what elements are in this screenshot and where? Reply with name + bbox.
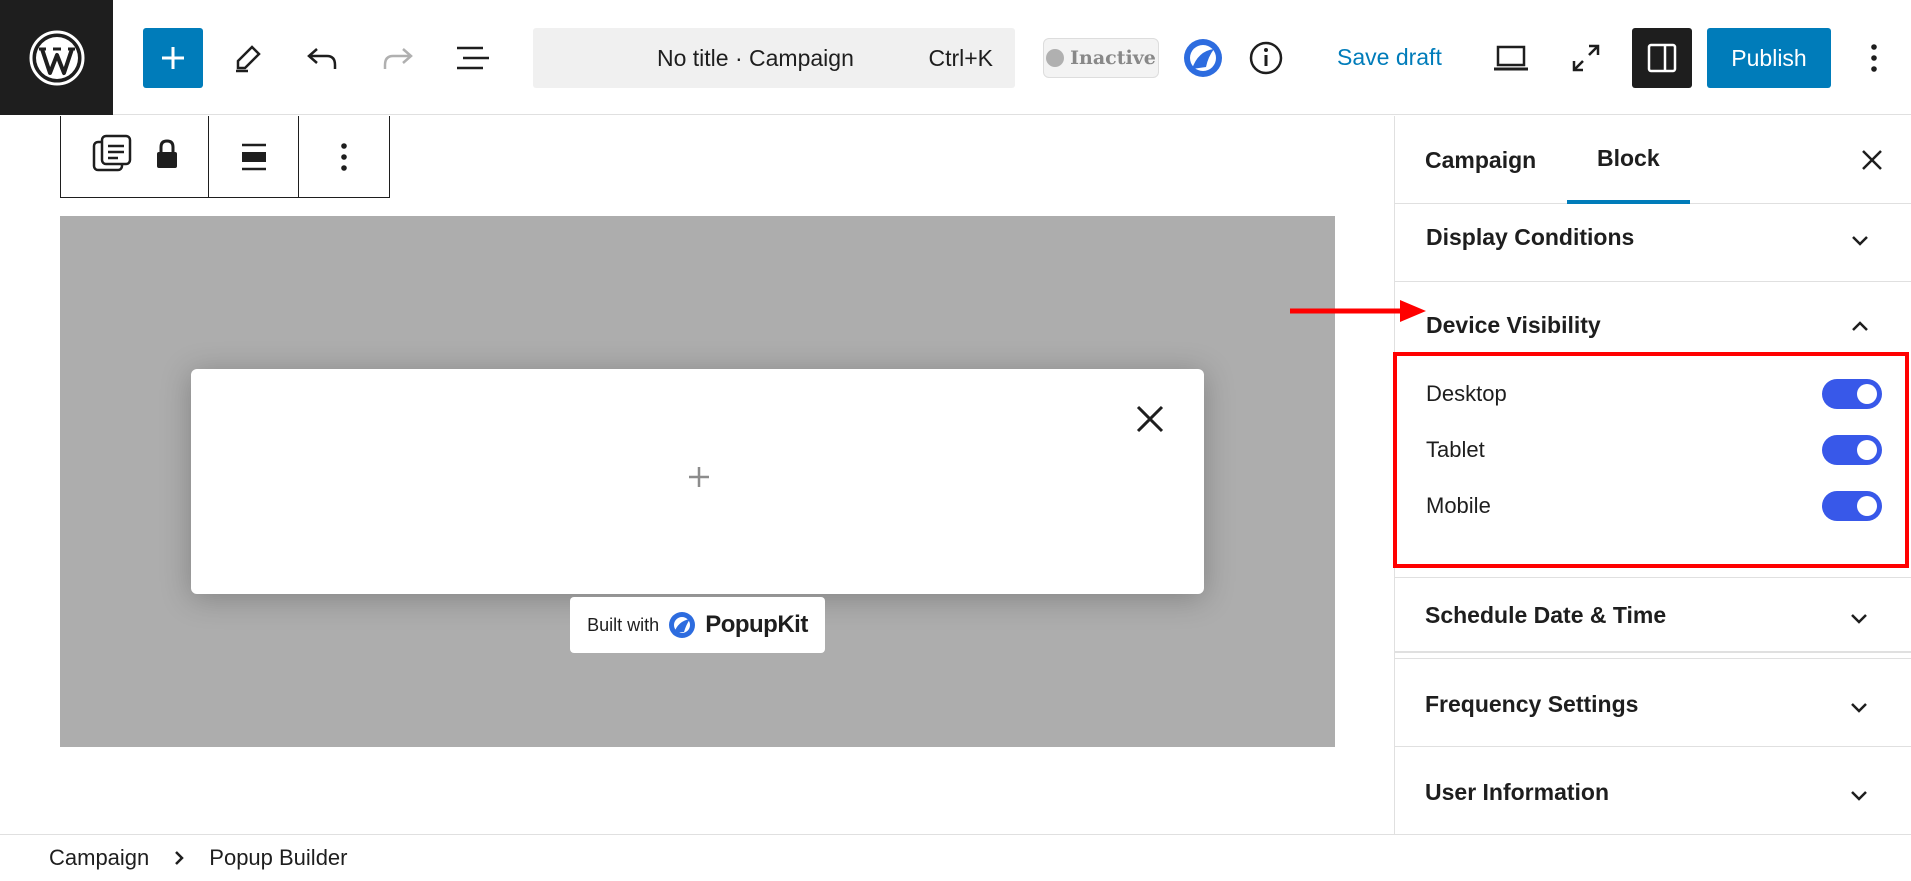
- popupkit-logo-icon: [1184, 39, 1222, 77]
- built-with-label: Built with: [587, 614, 660, 635]
- status-dot-icon: [1046, 49, 1065, 67]
- document-overview-button[interactable]: [443, 28, 503, 88]
- command-palette-title[interactable]: No title · Campaign Ctrl+K: [533, 28, 1015, 88]
- pencil-icon: [236, 45, 261, 73]
- chevron-down-icon: [1851, 791, 1867, 801]
- popupkit-brand-name: PopupKit: [705, 611, 808, 638]
- block-appender-button[interactable]: [681, 459, 717, 495]
- redo-button[interactable]: [368, 28, 428, 88]
- chevron-up-icon[interactable]: [1848, 315, 1872, 339]
- panel-title-schedule: Schedule Date & Time: [1425, 602, 1667, 628]
- close-icon: [1136, 405, 1164, 433]
- more-vertical-icon: [1871, 44, 1877, 72]
- panel-title-device-visibility[interactable]: Device Visibility: [1426, 312, 1601, 339]
- breadcrumb-item-campaign[interactable]: Campaign: [0, 845, 149, 871]
- panel-frequency[interactable]: Frequency Settings: [1394, 659, 1911, 747]
- wordpress-icon: [29, 30, 84, 85]
- block-options-button[interactable]: [299, 116, 389, 197]
- settings-sidebar-toggle[interactable]: [1632, 28, 1692, 88]
- lock-button[interactable]: [154, 138, 180, 175]
- popup-close-button[interactable]: [1132, 401, 1168, 437]
- popup-container[interactable]: [191, 369, 1204, 594]
- more-vertical-icon: [341, 142, 347, 171]
- panel-title-display-conditions: Display Conditions: [1426, 224, 1635, 250]
- laptop-icon: [1494, 45, 1528, 71]
- plus-icon: [162, 47, 184, 69]
- panel-schedule[interactable]: Schedule Date & Time: [1394, 577, 1911, 659]
- undo-icon: [307, 48, 337, 69]
- align-wide-icon: [241, 143, 266, 170]
- status-badge-label: Inactive: [1070, 47, 1156, 69]
- annotation-arrow: [1290, 300, 1426, 322]
- panel-title-frequency: Frequency Settings: [1425, 691, 1639, 717]
- chevron-down-icon: [1852, 236, 1868, 246]
- close-sidebar-button[interactable]: [1852, 140, 1892, 180]
- tab-block[interactable]: Block: [1567, 116, 1690, 204]
- breadcrumb: Campaign Popup Builder: [0, 834, 1911, 881]
- panel-user-information[interactable]: User Information: [1394, 747, 1911, 834]
- panel-display-conditions[interactable]: Display Conditions: [1395, 204, 1911, 282]
- panel-title-user-information: User Information: [1425, 779, 1610, 805]
- status-badge[interactable]: Inactive: [1043, 38, 1159, 78]
- tools-button[interactable]: [218, 28, 278, 88]
- popupkit-button[interactable]: [1173, 28, 1233, 88]
- wordpress-logo-button[interactable]: [0, 0, 113, 115]
- align-button[interactable]: [209, 116, 299, 197]
- built-with-badge[interactable]: Built with PopupKit: [570, 597, 825, 653]
- plus-icon: [689, 467, 709, 487]
- popup-block-icon: [92, 134, 131, 172]
- annotation-highlight-box: [1393, 352, 1909, 568]
- info-icon: [1249, 41, 1283, 75]
- lock-icon: [156, 139, 177, 168]
- editor-header: No title · Campaign Ctrl+K Inactive Save…: [0, 0, 1911, 115]
- document-title: No title · Campaign: [657, 44, 854, 71]
- expand-icon: [1572, 44, 1600, 72]
- redo-icon: [383, 48, 413, 69]
- chevron-down-icon: [1851, 614, 1867, 624]
- undo-button[interactable]: [292, 28, 352, 88]
- fullscreen-button[interactable]: [1556, 28, 1616, 88]
- save-draft-button[interactable]: Save draft: [1337, 44, 1442, 71]
- block-toolbar-group-parent: [61, 116, 209, 197]
- block-toolbar: [60, 116, 390, 198]
- details-button[interactable]: [1236, 28, 1296, 88]
- tab-campaign[interactable]: Campaign: [1395, 116, 1566, 204]
- sidebar-tabs: Campaign Block: [1395, 116, 1911, 204]
- breadcrumb-item-popup-builder[interactable]: Popup Builder: [209, 845, 347, 871]
- close-icon: [1862, 150, 1882, 170]
- add-block-button[interactable]: [143, 28, 203, 88]
- preview-button[interactable]: [1481, 28, 1541, 88]
- block-type-button[interactable]: [90, 132, 134, 181]
- chevron-right-icon: [175, 851, 185, 865]
- publish-button[interactable]: Publish: [1707, 28, 1831, 88]
- popupkit-logo-icon: [669, 612, 696, 638]
- chevron-down-icon: [1851, 703, 1867, 713]
- list-view-icon: [457, 46, 489, 70]
- sidebar-icon: [1647, 43, 1677, 73]
- options-menu-button[interactable]: [1844, 28, 1904, 88]
- command-shortcut: Ctrl+K: [928, 44, 993, 71]
